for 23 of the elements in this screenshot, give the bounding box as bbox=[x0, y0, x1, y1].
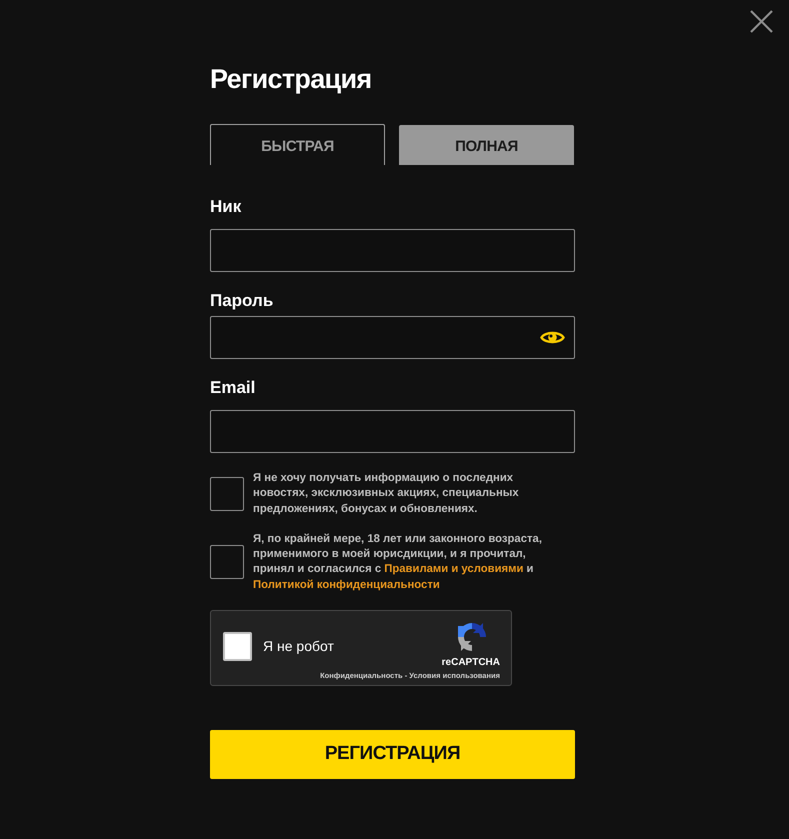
eye-icon[interactable] bbox=[540, 329, 565, 346]
close-icon bbox=[750, 10, 773, 33]
captcha-label: Я не робот bbox=[263, 638, 334, 656]
consent-text: Я не хочу получать информацию о последних новостях, эксклюзивных акциях, специальных предложениях, бонусах и обновлениях. bbox=[253, 471, 520, 517]
field-label: Email bbox=[210, 378, 256, 398]
registration-tab[interactable]: БЫСТРАЯ bbox=[210, 124, 385, 165]
register-button[interactable]: РЕГИСТРАЦИЯ bbox=[210, 730, 575, 780]
input-field[interactable] bbox=[210, 229, 575, 272]
consent-link[interactable]: Правилами и условиями bbox=[384, 563, 524, 576]
registration-tab[interactable]: ПОЛНАЯ bbox=[399, 125, 574, 165]
recaptcha-logo-icon bbox=[456, 621, 488, 654]
close-button[interactable] bbox=[750, 10, 773, 33]
field-label: Пароль bbox=[210, 291, 274, 311]
consent-text: Я, по крайней мере, 18 лет или законного возраста, применимого в моей юрисдикции, и я прочитал, принял и согласился с Правилами и условиями и Политикой конфиденциальности bbox=[253, 532, 543, 593]
checkbox[interactable] bbox=[210, 545, 244, 580]
checkbox[interactable] bbox=[210, 476, 244, 511]
captcha-brand: reCAPTCHA bbox=[442, 657, 500, 670]
captcha-checkbox[interactable] bbox=[223, 632, 252, 662]
consent-link[interactable]: Политикой конфиденциальности bbox=[253, 578, 440, 591]
input-field[interactable] bbox=[210, 410, 575, 453]
field-label: Ник bbox=[210, 197, 242, 217]
form-title: Регистрация bbox=[210, 63, 372, 96]
input-field[interactable] bbox=[210, 316, 575, 359]
